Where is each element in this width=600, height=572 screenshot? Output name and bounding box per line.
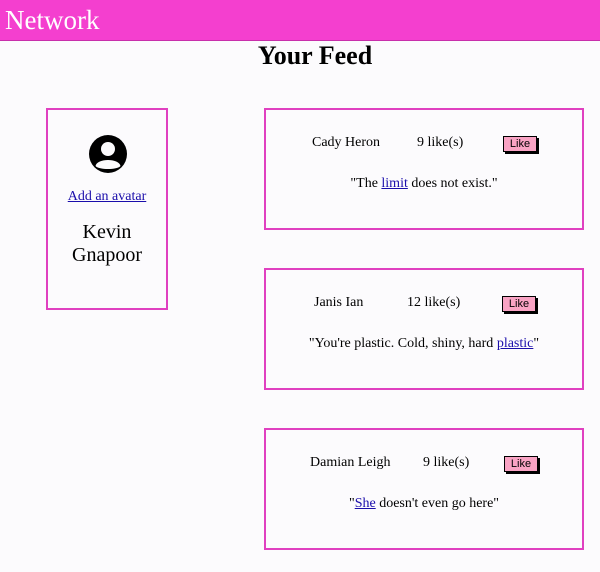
quote-text-after: does not exist.": [407, 176, 498, 191]
post-card: Janis Ian 12 like(s) Like "You're plasti…: [264, 268, 584, 390]
post-card: Cady Heron 9 like(s) Like "The limit doe…: [264, 108, 584, 230]
profile-name: Kevin Gnapoor: [72, 221, 142, 266]
quote-link[interactable]: limit: [381, 176, 407, 191]
quote-text-after: ": [533, 336, 540, 351]
post-likes: 9 like(s): [417, 135, 464, 150]
navbar: Network: [0, 0, 600, 41]
post-author: Janis Ian: [314, 295, 364, 310]
post-card: Damian Leigh 9 like(s) Like "She doesn't…: [264, 428, 584, 550]
post-author: Damian Leigh: [310, 455, 391, 470]
post-author: Cady Heron: [312, 135, 381, 150]
quote-text-before: "You're plastic. Cold, shiny, hard: [308, 336, 497, 351]
add-avatar-link[interactable]: Add an avatar: [48, 189, 166, 205]
user-circle-icon: [89, 135, 127, 173]
post-quote: "She doesn't even go here": [266, 496, 582, 512]
post-likes: 12 like(s): [407, 295, 461, 310]
profile-card: Add an avatar Kevin Gnapoor: [46, 108, 168, 310]
like-button[interactable]: Like: [502, 296, 536, 312]
post-quote: "You're plastic. Cold, shiny, hard plast…: [266, 336, 582, 352]
quote-link[interactable]: plastic: [497, 336, 534, 351]
quote-text-before: "The: [350, 176, 382, 191]
like-button[interactable]: Like: [504, 456, 538, 472]
post-likes: 9 like(s): [423, 455, 470, 470]
like-button[interactable]: Like: [503, 136, 537, 152]
post-quote: "The limit does not exist.": [266, 176, 582, 192]
page-title: Your Feed: [257, 41, 373, 70]
quote-text-after: doesn't even go here": [375, 496, 500, 511]
brand-link[interactable]: Network: [5, 5, 99, 35]
quote-link[interactable]: She: [355, 496, 376, 511]
